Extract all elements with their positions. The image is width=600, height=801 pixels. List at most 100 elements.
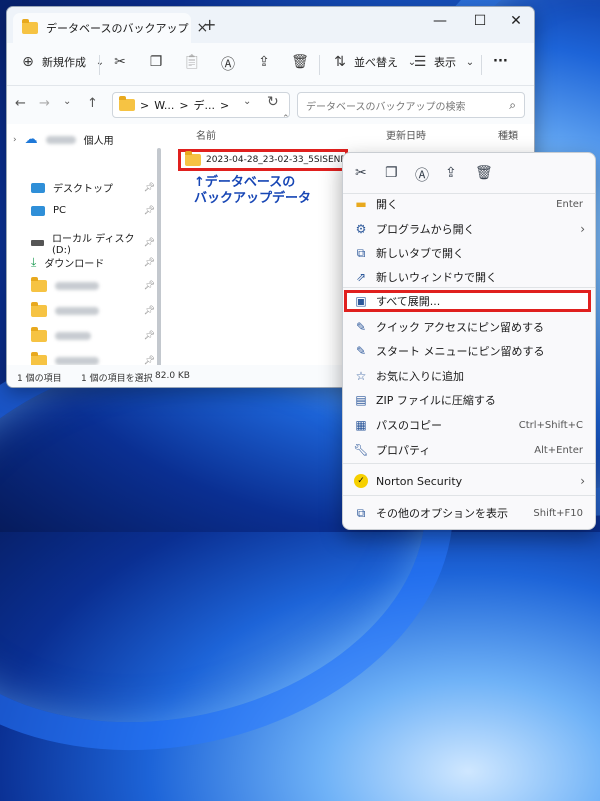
blurred-label	[55, 282, 99, 290]
rename-icon: Ⓐ	[221, 57, 235, 73]
blurred-name	[45, 135, 76, 144]
folder-icon	[22, 19, 38, 34]
sidebar-item-blurred[interactable]: 📌︎	[31, 302, 155, 317]
pin-icon: 📌︎	[143, 257, 155, 268]
share-button[interactable]: ⇪	[255, 54, 273, 70]
star-icon: ☆	[355, 369, 367, 383]
menu-item-pin-start[interactable]: ✎ スタート メニューにピン留めする	[343, 340, 595, 362]
minimize-button[interactable]: —	[427, 13, 453, 29]
menu-item-copy-path[interactable]: ▦ パスのコピー Ctrl+Shift+C	[343, 414, 595, 436]
sidebar-item-label: デスクトップ	[53, 184, 113, 195]
blurred-label	[55, 307, 99, 315]
new-tab-button[interactable]: +	[203, 15, 216, 34]
zip-icon: ▤	[355, 393, 367, 407]
sort-button[interactable]: ⇅ 並べ替え ⌄	[331, 54, 421, 70]
menu-item-properties[interactable]: 🔧︎ プロパティ Alt+Enter	[343, 439, 595, 461]
menu-item-open-new-window[interactable]: ⇗ 新しいウィンドウで開く	[343, 266, 595, 288]
menu-item-label: Norton Security	[376, 474, 463, 488]
menu-item-norton[interactable]: ✓ Norton Security ›	[343, 470, 595, 492]
sidebar-item-blurred[interactable]: 📌︎	[31, 327, 155, 342]
navigation-pane: › ☁ 個人用 デスクトップ 📌︎ PC 📌︎ ローカル ディスク (D:) 📌…	[7, 124, 163, 368]
sort-icon: ⇅	[334, 54, 346, 70]
menu-item-open-with[interactable]: ⚙ プログラムから開く ›	[343, 218, 595, 240]
breadcrumb-sep: >	[140, 98, 150, 112]
rename-icon[interactable]: Ⓐ	[415, 165, 429, 185]
menu-item-label: クイック アクセスにピン留めする	[376, 321, 544, 334]
menu-item-pin-quick-access[interactable]: ✎ クイック アクセスにピン留めする	[343, 316, 595, 338]
menu-item-open[interactable]: ▬ 開く Enter	[343, 193, 595, 215]
paste-button[interactable]: 📋︎	[183, 54, 201, 70]
menu-item-extract-all[interactable]: ▣ すべて展開...	[343, 290, 595, 312]
pin-icon: ✎	[355, 320, 367, 334]
copy-icon: ❐	[149, 54, 163, 70]
extract-all-icon: ▣	[355, 294, 367, 308]
menu-item-label: パスのコピー	[376, 419, 442, 432]
close-window-button[interactable]: ✕	[503, 13, 529, 29]
column-header-type[interactable]: 種類	[498, 127, 518, 142]
up-arrow-icon[interactable]: ↑	[87, 96, 98, 111]
menu-item-label: 新しいウィンドウで開く	[376, 271, 497, 284]
refresh-icon[interactable]: ↻	[267, 94, 279, 110]
search-input[interactable]: データベースのバックアップの検索 ⌕	[297, 92, 525, 118]
new-button[interactable]: ⊕ 新規作成 ⌄	[19, 54, 109, 70]
share-icon[interactable]: ⇪	[445, 165, 457, 181]
folder-icon	[31, 302, 47, 317]
chevron-down-icon: ⌄	[91, 57, 109, 68]
onedrive-cloud-icon: ☁	[24, 132, 38, 147]
sidebar-item-desktop[interactable]: デスクトップ 📌︎	[31, 180, 155, 195]
tab-title: データベースのバックアップ	[46, 22, 189, 35]
sidebar-item-pc[interactable]: PC 📌︎	[31, 205, 155, 216]
maximize-button[interactable]: ☐	[467, 13, 493, 29]
menu-item-label: 開く	[376, 198, 398, 211]
annotation-line: バックアップデータ	[194, 191, 312, 206]
copy-icon[interactable]: ❐	[385, 165, 398, 181]
address-field[interactable]: > W... > デ... >	[112, 92, 290, 118]
sidebar-item-blurred[interactable]: 📌︎	[31, 277, 155, 292]
recent-chevron-icon[interactable]: ⌄	[63, 96, 71, 107]
column-header-name[interactable]: 名前	[196, 127, 216, 142]
sidebar-item-label: ダウンロード	[44, 259, 105, 270]
pin-icon: 📌︎	[143, 306, 155, 316]
column-header-date[interactable]: 更新日時	[386, 127, 426, 142]
delete-button[interactable]: 🗑︎	[291, 54, 309, 70]
tab-backup-folder[interactable]: データベースのバックアップ ×	[13, 13, 208, 43]
scissors-icon: ✂	[114, 54, 126, 70]
file-name: 2023-04-28_23-02-33_5SISENBZ02.zi	[206, 155, 345, 165]
trash-icon: 🗑︎	[291, 54, 309, 70]
file-row-selected[interactable]: 2023-04-28_23-02-33_5SISENBZ02.zi	[178, 149, 348, 171]
sort-up-icon: ⌃	[282, 114, 290, 124]
copy-button[interactable]: ❐	[147, 54, 165, 70]
breadcrumb-item[interactable]: デ...	[194, 97, 216, 113]
view-button[interactable]: ☰ 表示 ⌄	[411, 54, 479, 70]
menu-item-label: スタート メニューにピン留めする	[376, 345, 545, 358]
menu-item-add-favorites[interactable]: ☆ お気に入りに追加	[343, 365, 595, 387]
folder-icon	[119, 96, 135, 111]
download-arrow-icon: ⤓	[31, 255, 37, 269]
menu-item-label: その他のオプションを表示	[376, 507, 508, 520]
cut-icon[interactable]: ✂	[355, 165, 367, 181]
menu-item-open-new-tab[interactable]: ⧉ 新しいタブで開く	[343, 242, 595, 264]
sidebar-item-label: ローカル ディスク (D:)	[52, 234, 135, 256]
forward-arrow-icon[interactable]: →	[39, 96, 50, 111]
sidebar-item-downloads[interactable]: ⤓ ダウンロード 📌︎	[31, 255, 155, 270]
status-item-count: 1 個の項目	[17, 374, 62, 384]
back-arrow-icon[interactable]: ←	[15, 96, 26, 111]
more-button[interactable]: ···	[493, 54, 508, 69]
breadcrumb-item[interactable]: W...	[154, 99, 174, 112]
folder-icon	[31, 277, 47, 292]
rename-button[interactable]: Ⓐ	[219, 54, 237, 74]
address-dropdown-icon[interactable]: ⌄	[243, 96, 251, 107]
cut-button[interactable]: ✂	[111, 54, 129, 70]
sidebar-scrollbar[interactable]	[157, 148, 161, 368]
search-icon: ⌕	[509, 97, 516, 112]
menu-item-compress-zip[interactable]: ▤ ZIP ファイルに圧縮する	[343, 389, 595, 411]
menu-item-more-options[interactable]: ⧉ その他のオプションを表示 Shift+F10	[343, 502, 595, 524]
delete-icon[interactable]: 🗑︎	[475, 165, 493, 181]
sidebar-item-local-disk[interactable]: ローカル ディスク (D:) 📌︎	[31, 230, 155, 256]
new-label: 新規作成	[42, 56, 86, 69]
pin-icon: 📌︎	[143, 281, 155, 291]
status-size: 82.0 KB	[155, 371, 190, 381]
share-icon: ⇪	[258, 54, 270, 70]
pin-icon: 📌︎	[143, 205, 155, 216]
sidebar-item-personal[interactable]: › ☁ 個人用	[13, 132, 131, 147]
